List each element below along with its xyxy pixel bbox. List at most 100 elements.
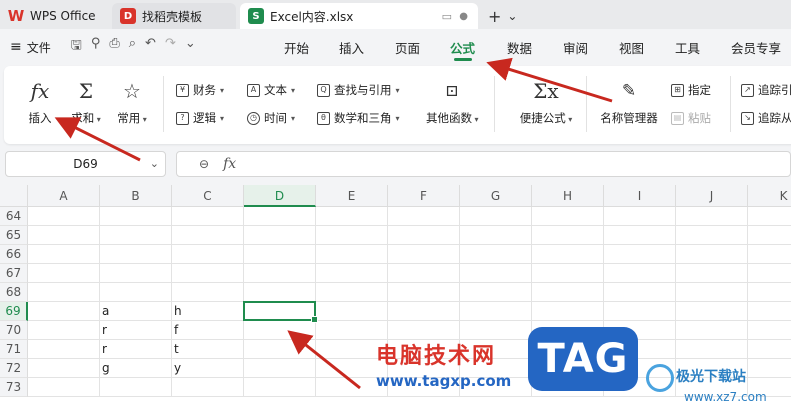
math-button[interactable]: θ 数学和三角 ▾ (317, 108, 400, 128)
cell-e66[interactable] (316, 245, 388, 264)
column-header-g[interactable]: G (460, 185, 532, 207)
cell-d72[interactable] (244, 359, 316, 378)
tab-daoke-template[interactable]: D 找稻壳模板 (112, 3, 236, 29)
cell-i69[interactable] (604, 302, 676, 321)
cell-c65[interactable] (172, 226, 244, 245)
tab-review[interactable]: 审阅 (563, 29, 588, 65)
finance-button[interactable]: ¥ 财务 ▾ (176, 80, 224, 100)
logic-button[interactable]: ? 逻辑 ▾ (176, 108, 224, 128)
column-header-d[interactable]: D (244, 185, 316, 207)
chevron-down-icon[interactable]: ⌄ (185, 36, 196, 58)
column-header-j[interactable]: J (676, 185, 748, 207)
tab-list-chevron-icon[interactable]: ⌄ (507, 9, 517, 23)
preview-icon[interactable]: ⌕ (129, 36, 136, 58)
fx-icon[interactable]: fx (223, 156, 236, 172)
cell-c73[interactable] (172, 378, 244, 397)
cell-i67[interactable] (604, 264, 676, 283)
cell-b73[interactable] (100, 378, 172, 397)
column-header-i[interactable]: I (604, 185, 676, 207)
row-header-72[interactable]: 72 (0, 359, 28, 378)
cell-h65[interactable] (532, 226, 604, 245)
save-icon[interactable]: 🖫 (71, 36, 82, 58)
other-functions-button[interactable]: ⊡ 其他函数 ▾ (426, 78, 479, 126)
cell-f67[interactable] (388, 264, 460, 283)
cell-k64[interactable] (748, 207, 791, 226)
cell-k66[interactable] (748, 245, 791, 264)
column-header-b[interactable]: B (100, 185, 172, 207)
column-header-a[interactable]: A (28, 185, 100, 207)
cell-g68[interactable] (460, 283, 532, 302)
column-header-c[interactable]: C (172, 185, 244, 207)
cell-j68[interactable] (676, 283, 748, 302)
cell-k71[interactable] (748, 340, 791, 359)
cell-g69[interactable] (460, 302, 532, 321)
cell-g65[interactable] (460, 226, 532, 245)
share-icon[interactable]: ⚲ (91, 36, 101, 58)
cell-a66[interactable] (28, 245, 100, 264)
column-header-h[interactable]: H (532, 185, 604, 207)
cell-h69[interactable] (532, 302, 604, 321)
specify-button[interactable]: ⊞ 指定 (671, 80, 711, 100)
insert-function-button[interactable]: fx 插入 (20, 78, 60, 126)
row-header-64[interactable]: 64 (0, 207, 28, 226)
cell-f69[interactable] (388, 302, 460, 321)
cell-a69[interactable] (28, 302, 100, 321)
cell-e68[interactable] (316, 283, 388, 302)
cell-j65[interactable] (676, 226, 748, 245)
tab-excel-file[interactable]: S Excel内容.xlsx ▭ ● (240, 3, 478, 29)
cell-b71[interactable]: r (100, 340, 172, 359)
cell-c70[interactable]: f (172, 321, 244, 340)
cell-d70[interactable] (244, 321, 316, 340)
cell-h68[interactable] (532, 283, 604, 302)
cell-j67[interactable] (676, 264, 748, 283)
tab-data[interactable]: 数据 (507, 29, 532, 65)
column-header-k[interactable]: K (748, 185, 791, 207)
paste-names-button[interactable]: ▤ 粘贴 (671, 108, 711, 128)
cell-d66[interactable] (244, 245, 316, 264)
cell-a65[interactable] (28, 226, 100, 245)
cell-a67[interactable] (28, 264, 100, 283)
cell-d65[interactable] (244, 226, 316, 245)
undo-icon[interactable]: ↶ (145, 36, 156, 58)
lookup-button[interactable]: Q 查找与引用 ▾ (317, 80, 400, 100)
cell-g66[interactable] (460, 245, 532, 264)
cell-i65[interactable] (604, 226, 676, 245)
cell-i66[interactable] (604, 245, 676, 264)
cell-e69[interactable] (316, 302, 388, 321)
cell-a64[interactable] (28, 207, 100, 226)
cell-j69[interactable] (676, 302, 748, 321)
cell-j70[interactable] (676, 321, 748, 340)
cell-h66[interactable] (532, 245, 604, 264)
cell-f65[interactable] (388, 226, 460, 245)
row-header-69[interactable]: 69 (0, 302, 28, 321)
row-header-67[interactable]: 67 (0, 264, 28, 283)
cell-c71[interactable]: t (172, 340, 244, 359)
row-header-66[interactable]: 66 (0, 245, 28, 264)
quick-formula-button[interactable]: Σx 便捷公式 ▾ (516, 78, 576, 126)
cell-h67[interactable] (532, 264, 604, 283)
cell-a70[interactable] (28, 321, 100, 340)
cell-k68[interactable] (748, 283, 791, 302)
dot-icon[interactable]: ● (459, 11, 468, 22)
cell-b66[interactable] (100, 245, 172, 264)
name-manager-button[interactable]: ✎ 名称管理器 (596, 78, 662, 126)
tab-member[interactable]: 会员专享 (731, 29, 781, 65)
cell-a68[interactable] (28, 283, 100, 302)
tab-home[interactable]: 开始 (284, 29, 309, 65)
cell-b68[interactable] (100, 283, 172, 302)
cell-i68[interactable] (604, 283, 676, 302)
active-cell-selection[interactable] (243, 301, 318, 323)
row-header-65[interactable]: 65 (0, 226, 28, 245)
name-box[interactable]: D69 ⌄ (5, 151, 166, 177)
cell-e64[interactable] (316, 207, 388, 226)
cell-k72[interactable] (748, 359, 791, 378)
cell-b65[interactable] (100, 226, 172, 245)
cell-c67[interactable] (172, 264, 244, 283)
redo-icon[interactable]: ↷ (165, 36, 176, 58)
cell-c72[interactable]: y (172, 359, 244, 378)
cell-g67[interactable] (460, 264, 532, 283)
cell-a72[interactable] (28, 359, 100, 378)
cell-i64[interactable] (604, 207, 676, 226)
cell-h64[interactable] (532, 207, 604, 226)
cell-c64[interactable] (172, 207, 244, 226)
